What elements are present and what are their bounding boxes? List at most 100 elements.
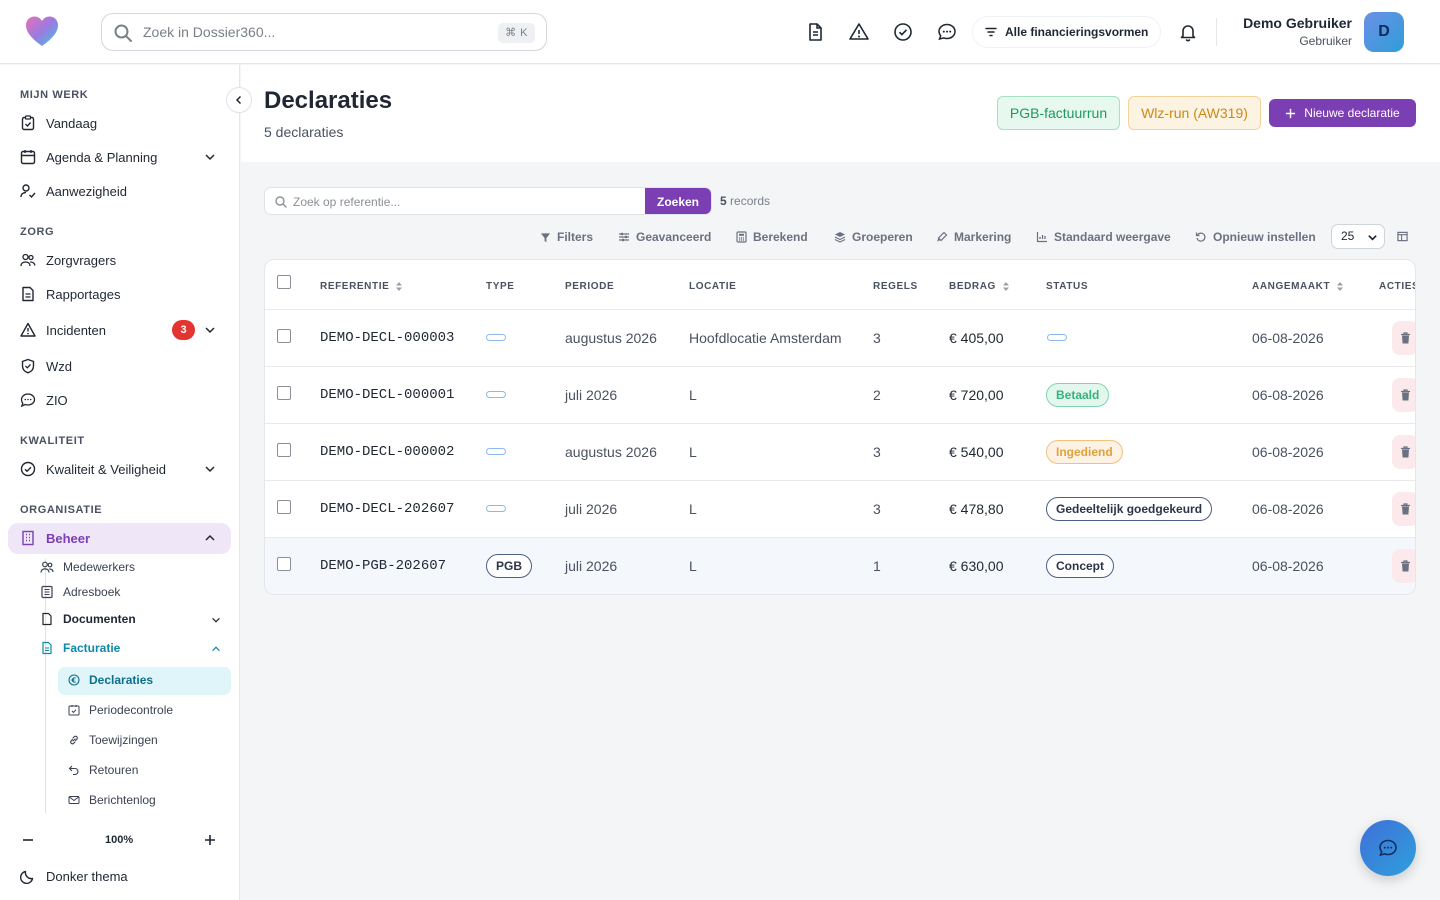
sidebar-collapse-button[interactable] xyxy=(226,87,252,113)
cell-created: 06-08-2026 xyxy=(1252,387,1324,403)
sidebar-item-aanwezigheid[interactable]: Aanwezigheid xyxy=(20,183,127,199)
cell-reference[interactable]: DEMO-DECL-000001 xyxy=(320,387,454,403)
row-checkbox[interactable] xyxy=(277,500,291,514)
chevron-down-icon[interactable] xyxy=(210,614,222,626)
warning-icon[interactable] xyxy=(849,22,869,42)
marking-button[interactable]: Markering xyxy=(936,230,1011,244)
chevron-down-icon[interactable] xyxy=(203,323,217,337)
sidebar-item-agenda[interactable]: Agenda & Planning xyxy=(20,149,157,165)
section-mijn-werk: MIJN WERK xyxy=(20,89,89,101)
row-checkbox[interactable] xyxy=(277,557,291,571)
table-row[interactable]: DEMO-DECL-000003 augustus 2026 Hoofdloca… xyxy=(265,309,1415,366)
sidebar-item-incidenten[interactable]: Incidenten xyxy=(20,322,106,338)
bell-icon[interactable] xyxy=(1178,22,1198,42)
search-icon xyxy=(275,196,287,208)
financing-filter[interactable]: Alle financieringsvormen xyxy=(973,17,1161,47)
advanced-button[interactable]: Geavanceerd xyxy=(618,230,711,244)
column-reference[interactable]: REFERENTIE xyxy=(320,281,403,292)
row-checkbox[interactable] xyxy=(277,329,291,343)
reset-button[interactable]: Opnieuw instellen xyxy=(1195,230,1316,244)
records-label: records xyxy=(730,194,771,208)
heart-logo-icon[interactable] xyxy=(25,15,59,49)
sidebar-item-zorgvragers[interactable]: Zorgvragers xyxy=(20,252,116,268)
group-button[interactable]: Groeperen xyxy=(834,230,913,244)
select-all-checkbox[interactable] xyxy=(277,275,291,289)
document-icon[interactable] xyxy=(805,22,825,42)
filters-button[interactable]: Filters xyxy=(540,230,593,244)
table-row[interactable]: DEMO-PGB-202607 PGB juli 2026 L 1 € 630,… xyxy=(265,537,1415,594)
sidebar-item-toewijzingen[interactable]: Toewijzingen xyxy=(68,733,158,747)
chat-icon[interactable] xyxy=(937,22,957,42)
tool-label: Filters xyxy=(557,230,594,244)
wlz-run-button[interactable]: Wlz-run (AW319) xyxy=(1128,96,1261,130)
column-period: PERIODE xyxy=(565,281,615,292)
chevron-down-icon[interactable] xyxy=(203,462,217,476)
cell-reference[interactable]: DEMO-DECL-000002 xyxy=(320,444,454,460)
delete-button[interactable] xyxy=(1392,435,1415,469)
row-checkbox[interactable] xyxy=(277,443,291,457)
global-search[interactable]: Zoek in Dossier360... ⌘ K xyxy=(101,13,547,51)
sidebar-label: Agenda & Planning xyxy=(46,149,158,165)
trash-icon xyxy=(1400,560,1410,572)
sliders-icon xyxy=(619,232,629,242)
sidebar-item-berichtenlog[interactable]: Berichtenlog xyxy=(68,793,156,807)
sidebar-item-documenten[interactable]: Documenten xyxy=(40,612,136,626)
pgb-run-button[interactable]: PGB-factuurrun xyxy=(997,96,1120,130)
chevron-up-icon[interactable] xyxy=(203,531,217,545)
delete-button[interactable] xyxy=(1392,321,1415,355)
dark-theme-toggle[interactable]: Donker thema xyxy=(20,868,128,884)
table-row[interactable]: DEMO-DECL-202607 juli 2026 L 3 € 478,80 … xyxy=(265,480,1415,537)
avatar[interactable]: D xyxy=(1364,12,1404,52)
sidebar-item-periodecontrole[interactable]: Periodecontrole xyxy=(68,703,173,717)
sidebar-item-adresboek[interactable]: Adresboek xyxy=(40,585,120,599)
search-placeholder: Zoek in Dossier360... xyxy=(143,24,276,40)
chevron-up-icon[interactable] xyxy=(210,643,222,655)
columns-icon[interactable] xyxy=(1397,231,1408,242)
page-size-select[interactable]: 25 xyxy=(1331,224,1385,249)
tool-label: Standaard weergave xyxy=(1054,230,1171,244)
reference-search[interactable]: Zoek op referentie... Zoeken xyxy=(264,187,712,215)
minus-icon[interactable] xyxy=(22,834,34,846)
table-row[interactable]: DEMO-DECL-000001 juli 2026 L 2 € 720,00 … xyxy=(265,366,1415,423)
delete-button[interactable] xyxy=(1392,549,1415,583)
view-button[interactable]: Standaard weergave xyxy=(1036,230,1171,244)
sidebar-label: Aanwezigheid xyxy=(46,183,127,199)
support-chat-button[interactable] xyxy=(1360,820,1416,876)
check-circle-icon[interactable] xyxy=(893,22,913,42)
sidebar-item-medewerkers[interactable]: Medewerkers xyxy=(40,560,135,574)
sidebar-label: Kwaliteit & Veiligheid xyxy=(46,461,166,477)
reference-search-input[interactable]: Zoek op referentie... xyxy=(293,195,400,209)
sidebar-item-rapportages[interactable]: Rapportages xyxy=(20,286,120,302)
zoom-level: 100% xyxy=(105,834,134,846)
search-button[interactable]: Zoeken xyxy=(645,188,711,214)
new-declaration-button[interactable]: Nieuwe declaratie xyxy=(1269,99,1416,127)
sidebar-item-wzd[interactable]: Wzd xyxy=(20,358,72,374)
table-row[interactable]: DEMO-DECL-000002 augustus 2026 L 3 € 540… xyxy=(265,423,1415,480)
sidebar-item-kwaliteit[interactable]: Kwaliteit & Veiligheid xyxy=(20,461,166,477)
file-icon xyxy=(42,612,52,626)
sidebar-item-declaraties[interactable]: Declaraties xyxy=(68,673,153,687)
sidebar-item-vandaag[interactable]: Vandaag xyxy=(20,115,97,131)
sidebar-item-zio[interactable]: ZIO xyxy=(20,392,68,408)
new-declaration-label: Nieuwe declaratie xyxy=(1304,106,1400,120)
column-created[interactable]: AANGEMAAKT xyxy=(1252,281,1344,292)
user-name[interactable]: Demo Gebruiker xyxy=(1243,15,1352,31)
status-badge: Concept xyxy=(1046,554,1114,578)
cell-reference[interactable]: DEMO-PGB-202607 xyxy=(320,558,446,574)
sidebar-item-facturatie[interactable]: Facturatie xyxy=(40,641,120,655)
computed-button[interactable]: Berekend xyxy=(736,230,808,244)
sidebar-item-beheer[interactable]: Beheer xyxy=(20,530,90,546)
row-checkbox[interactable] xyxy=(277,386,291,400)
cell-reference[interactable]: DEMO-DECL-202607 xyxy=(320,501,454,517)
cell-reference[interactable]: DEMO-DECL-000003 xyxy=(320,330,454,346)
delete-button[interactable] xyxy=(1392,378,1415,412)
building-icon xyxy=(22,530,34,546)
cell-lines: 3 xyxy=(873,501,881,517)
sidebar-item-retouren[interactable]: Retouren xyxy=(68,763,138,777)
delete-button[interactable] xyxy=(1392,492,1415,526)
incidents-count-badge: 3 xyxy=(172,320,195,340)
chevron-down-icon[interactable] xyxy=(203,150,217,164)
plus-icon xyxy=(1286,108,1296,118)
plus-icon[interactable] xyxy=(204,834,216,846)
column-amount[interactable]: BEDRAG xyxy=(949,281,1010,292)
